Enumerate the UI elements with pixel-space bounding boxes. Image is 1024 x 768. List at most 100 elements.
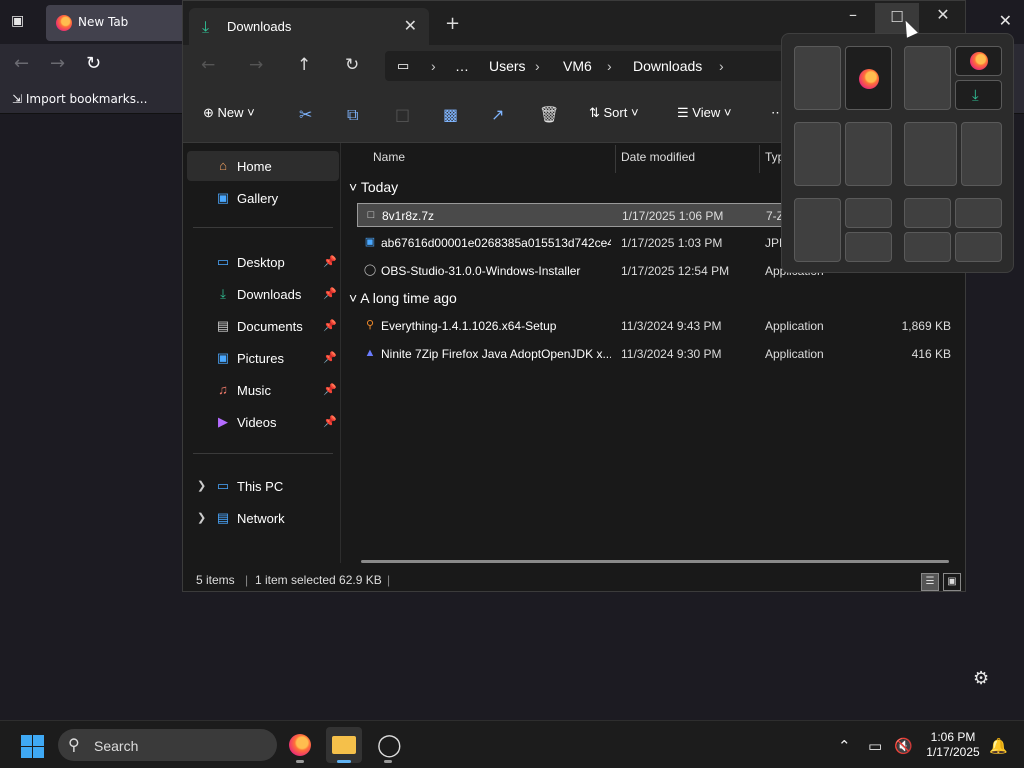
snap-zone[interactable] <box>904 198 951 228</box>
clock[interactable]: 1:06 PM 1/17/2025 <box>918 730 988 760</box>
copy-icon[interactable]: ⧉ <box>347 105 358 125</box>
pin-icon[interactable]: 📌 <box>323 319 337 332</box>
nav-item-home[interactable]: ⌂ Home <box>187 151 339 181</box>
taskbar: ⚲ Search ◯ ⌃ ▭ 🔇 1:06 PM 1/17/2025 🔔 <box>0 720 1024 768</box>
group-header-long-time-ago[interactable]: ˅ A long time ago <box>349 290 457 306</box>
nav-item-music[interactable]: ♫ Music 📌 <box>187 375 339 405</box>
notifications-bell-icon[interactable]: 🔔 <box>989 737 1008 755</box>
explorer-tab[interactable]: ⤓ Downloads ✕ <box>189 8 429 45</box>
pin-icon[interactable]: 📌 <box>323 351 337 364</box>
nav-item-network[interactable]: ❯ ▤ Network <box>187 503 339 533</box>
snap-zone[interactable] <box>955 198 1002 228</box>
firefox-tab-label: New Tab <box>78 15 129 29</box>
snap-zone[interactable] <box>794 46 841 110</box>
snap-zone[interactable] <box>955 232 1002 262</box>
breadcrumb-users[interactable]: Users <box>489 58 526 74</box>
chevron-right-icon[interactable]: ❯ <box>197 479 206 492</box>
snap-zone[interactable] <box>961 122 1002 186</box>
taskbar-obs[interactable]: ◯ <box>370 727 406 763</box>
file-name: OBS-Studio-31.0.0-Windows-Installer <box>381 264 581 278</box>
new-tab-icon[interactable]: + <box>445 13 460 34</box>
nav-item-pictures[interactable]: ▣ Pictures 📌 <box>187 343 339 373</box>
ninite-icon: ▲ <box>364 347 376 359</box>
new-button[interactable]: ⊕ New ˅ <box>203 105 255 121</box>
file-row[interactable]: ▲ Ninite 7Zip Firefox Java AdoptOpenJDK … <box>357 342 965 366</box>
cut-icon[interactable]: ✂ <box>299 105 312 124</box>
breadcrumb-downloads[interactable]: Downloads <box>633 58 702 74</box>
snap-zone[interactable] <box>904 232 951 262</box>
pin-icon[interactable]: 📌 <box>323 255 337 268</box>
breadcrumb-overflow[interactable]: … <box>455 58 469 74</box>
taskbar-firefox[interactable] <box>282 727 318 763</box>
snap-zone[interactable] <box>845 122 892 186</box>
new-label: New <box>217 105 244 120</box>
taskbar-file-explorer[interactable] <box>326 727 362 763</box>
snap-zone[interactable] <box>845 198 892 228</box>
pin-icon[interactable]: 📌 <box>323 383 337 396</box>
details-view-icon[interactable]: ☰ <box>921 573 939 591</box>
snap-zone[interactable] <box>845 46 892 110</box>
file-date: 11/3/2024 9:43 PM <box>621 319 722 333</box>
import-bookmarks-link[interactable]: ⇲ Import bookmarks... <box>12 92 147 106</box>
nav-item-downloads[interactable]: ⤓ Downloads 📌 <box>187 279 339 309</box>
rename-icon[interactable]: ▩ <box>443 105 458 124</box>
file-date: 11/3/2024 9:30 PM <box>621 347 722 361</box>
snap-zone[interactable] <box>904 122 957 186</box>
up-icon[interactable]: ↑ <box>297 55 311 75</box>
nav-item-label: Videos <box>237 415 277 430</box>
back-icon[interactable]: ← <box>201 55 215 75</box>
nav-item-gallery[interactable]: ▣ Gallery <box>187 183 339 213</box>
column-header-date[interactable]: Date modified <box>621 150 695 164</box>
divider <box>193 227 333 228</box>
delete-icon[interactable]: 🗑 <box>539 105 559 124</box>
close-window-button[interactable]: ✕ <box>923 5 963 31</box>
divider <box>193 453 333 454</box>
tiles-view-icon[interactable]: ▣ <box>943 573 961 591</box>
snap-zone[interactable] <box>904 46 951 110</box>
close-tab-icon[interactable]: ✕ <box>404 16 417 35</box>
snap-zone[interactable] <box>845 232 892 262</box>
file-name: ab67616d00001e0268385a015513d742ce4... <box>381 236 611 250</box>
view-button[interactable]: ☰ View ˅ <box>677 105 731 121</box>
snap-zone[interactable] <box>794 122 841 186</box>
start-button[interactable] <box>21 735 44 758</box>
chevron-up-icon[interactable]: ⌃ <box>838 737 851 755</box>
group-header-today[interactable]: ˅ Today <box>349 179 398 195</box>
divider: | <box>387 573 391 587</box>
file-date: 1/17/2025 1:03 PM <box>621 236 723 250</box>
image-file-icon: ▣ <box>364 236 376 248</box>
firefox-close-icon[interactable]: ✕ <box>999 11 1012 30</box>
refresh-icon[interactable]: ↻ <box>345 55 359 75</box>
back-icon[interactable]: ← <box>14 53 29 74</box>
share-icon[interactable]: ↗ <box>491 105 504 124</box>
file-name: 8v1r8z.7z <box>382 209 435 223</box>
settings-gear-icon[interactable]: ⚙ <box>973 668 989 689</box>
firefox-icon <box>859 69 879 89</box>
breadcrumb-vm6[interactable]: VM6 <box>563 58 592 74</box>
nav-item-this-pc[interactable]: ❯ ▭ This PC <box>187 471 339 501</box>
pin-icon[interactable]: 📌 <box>323 287 337 300</box>
column-header-name[interactable]: Name <box>373 150 405 164</box>
reload-icon[interactable]: ↻ <box>86 53 101 74</box>
firefox-tab[interactable]: New Tab <box>46 5 186 41</box>
snap-zone[interactable]: ⤓ <box>955 80 1002 110</box>
nav-item-documents[interactable]: ▤ Documents 📌 <box>187 311 339 341</box>
pin-icon[interactable]: 📌 <box>323 415 337 428</box>
forward-icon[interactable]: → <box>50 53 65 74</box>
snap-zone[interactable] <box>955 46 1002 76</box>
breadcrumb[interactable]: ▭ › … Users › VM6 › Downloads › <box>385 51 785 81</box>
forward-icon[interactable]: → <box>249 55 263 75</box>
tab-list-icon[interactable]: ▣ <box>11 13 29 31</box>
minimize-button[interactable]: – <box>838 5 868 31</box>
nav-item-desktop[interactable]: ▭ Desktop 📌 <box>187 247 339 277</box>
snap-zone[interactable] <box>794 198 841 262</box>
paste-icon[interactable]: □ <box>395 105 410 124</box>
nav-item-videos[interactable]: ▶ Videos 📌 <box>187 407 339 437</box>
file-row[interactable]: ⚲ Everything-1.4.1.1026.x64-Setup 11/3/2… <box>357 314 965 338</box>
taskbar-search[interactable]: ⚲ Search <box>58 729 277 761</box>
volume-muted-icon[interactable]: 🔇 <box>894 737 913 755</box>
chevron-right-icon: › <box>431 58 436 74</box>
network-icon[interactable]: ▭ <box>868 737 882 755</box>
sort-button[interactable]: ⇅ Sort ˅ <box>589 105 639 121</box>
chevron-right-icon[interactable]: ❯ <box>197 511 206 524</box>
